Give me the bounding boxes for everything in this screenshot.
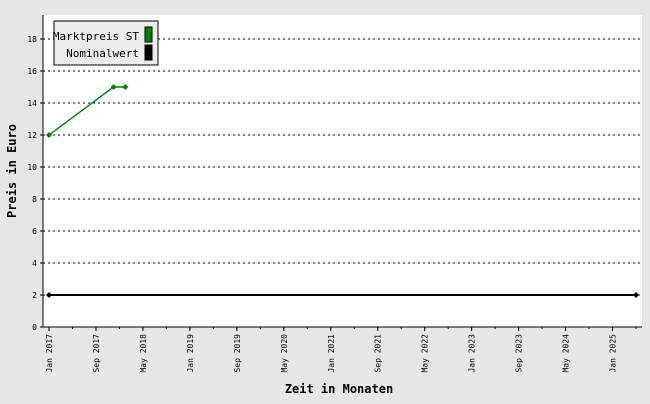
x-tick-label: Jan 2019 bbox=[186, 334, 195, 373]
legend-label-nominalwert: Nominalwert bbox=[66, 47, 139, 60]
legend-swatch-nominalwert bbox=[144, 44, 153, 61]
x-tick-label: Sep 2017 bbox=[92, 334, 101, 373]
y-tick-label: 16 bbox=[27, 67, 37, 76]
x-tick-label: Sep 2019 bbox=[233, 334, 242, 373]
y-tick-label: 14 bbox=[27, 99, 37, 108]
chart-frame: 0 2 4 6 8 10 12 14 16 18 Jan 2017 Sep 2017 May 2018… bbox=[0, 0, 650, 400]
x-tick-label: Sep 2021 bbox=[374, 334, 383, 373]
y-tick-label: 8 bbox=[32, 195, 37, 204]
x-tick-label: Sep 2023 bbox=[515, 334, 524, 373]
x-tick-label: Jan 2025 bbox=[609, 334, 618, 373]
x-tick-label: May 2018 bbox=[139, 334, 148, 373]
y-tick-label: 0 bbox=[32, 323, 37, 332]
line-chart: 0 2 4 6 8 10 12 14 16 18 Jan 2017 Sep 2017 May 2018… bbox=[5, 15, 642, 396]
legend-swatch-marktpreis bbox=[144, 26, 153, 43]
y-tick-label: 10 bbox=[27, 163, 37, 172]
legend: Marktpreis ST Nominalwert bbox=[53, 20, 159, 66]
x-tick-label: May 2022 bbox=[421, 334, 430, 373]
x-tick-label: Jan 2023 bbox=[468, 334, 477, 373]
y-axis-label: Preis in Euro bbox=[5, 124, 19, 218]
x-tick-label: Jan 2021 bbox=[327, 334, 336, 373]
y-tick-label: 4 bbox=[32, 259, 37, 268]
x-tick-label: May 2020 bbox=[280, 334, 289, 373]
y-axis-ticks: 0 2 4 6 8 10 12 14 16 18 bbox=[27, 35, 43, 332]
x-tick-label: May 2024 bbox=[562, 334, 571, 373]
y-tick-label: 2 bbox=[32, 291, 37, 300]
x-axis-label: Zeit in Monaten bbox=[285, 382, 393, 396]
x-tick-label: Jan 2017 bbox=[45, 334, 54, 373]
legend-label-marktpreis: Marktpreis ST bbox=[53, 30, 139, 43]
y-tick-label: 6 bbox=[32, 227, 37, 236]
y-tick-label: 18 bbox=[27, 35, 37, 44]
y-tick-label: 12 bbox=[27, 131, 37, 140]
x-axis-ticks: Jan 2017 Sep 2017 May 2018 Jan 2019 Sep 2019… bbox=[45, 327, 637, 373]
